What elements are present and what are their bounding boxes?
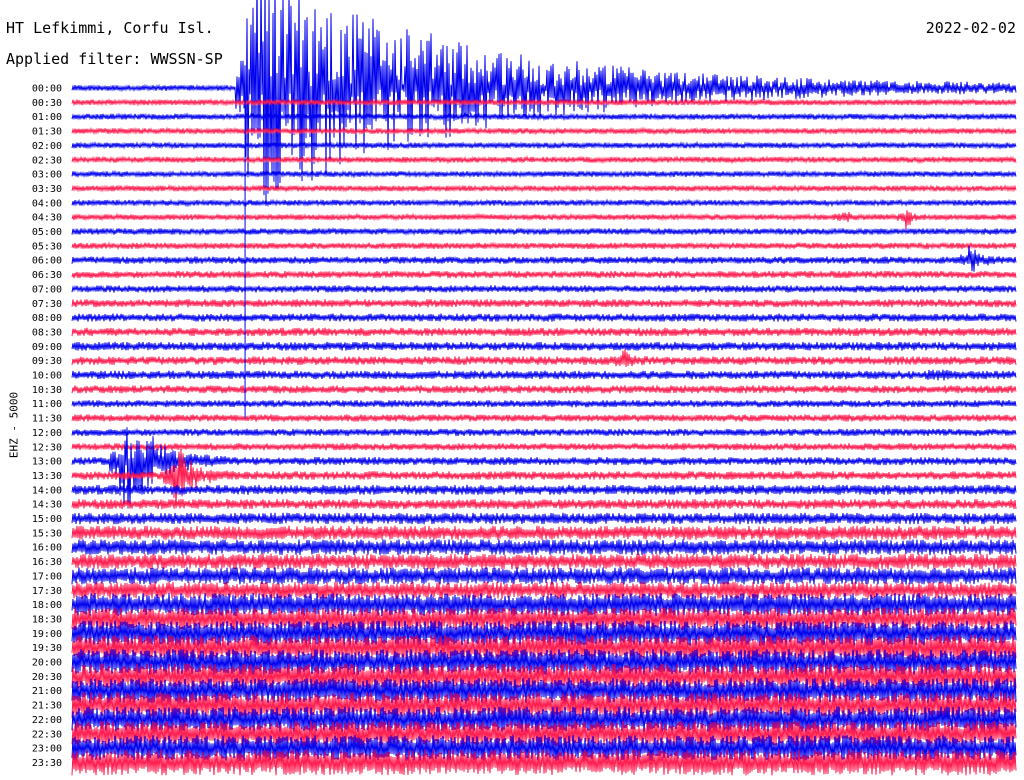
row-time-label: 16:30 [32,557,62,568]
row-time-label: 16:00 [32,543,62,554]
row-time-label: 07:30 [32,299,62,310]
row-time-label: 19:00 [32,629,62,640]
row-time-label: 03:30 [32,184,62,195]
row-time-label: 00:30 [32,98,62,109]
trace-row [71,155,1017,165]
row-time-label: 09:00 [32,342,62,353]
trace-row [71,448,1017,509]
row-time-label: 17:00 [32,571,62,582]
trace-row [71,553,1017,570]
row-time-label: 12:30 [32,442,62,453]
row-time-label: 00:00 [32,84,62,95]
trace-row [71,140,1017,150]
trace-row [71,385,1017,394]
row-time-label: 13:30 [32,471,62,482]
trace-row [71,349,1017,368]
trace-row [71,241,1017,251]
row-time-label: 04:30 [32,213,62,224]
trace-row [71,427,1017,509]
row-time-label: 23:00 [32,744,62,755]
row-time-label: 21:00 [32,686,62,697]
trace-row [71,539,1017,556]
row-time-label: 22:30 [32,729,62,740]
trace-row [71,198,1017,208]
trace-row [71,413,1017,423]
row-time-label: 09:30 [32,356,62,367]
trace-row [71,97,1017,107]
trace-row [71,284,1017,293]
row-time-label: 03:00 [32,170,62,181]
trace-row [71,399,1017,409]
row-time-label: 10:30 [32,385,62,396]
trace-row [71,484,1017,495]
row-time-label: 06:00 [32,256,62,267]
trace-row [71,499,1017,510]
row-time-label: 05:00 [32,227,62,238]
row-time-label: 15:30 [32,528,62,539]
row-time-label: 21:30 [32,701,62,712]
trace-row [71,512,1017,525]
row-time-label: 14:30 [32,500,62,511]
row-time-label: 19:30 [32,643,62,654]
helicorder-plot: 00:00 00:30 01:00 01:30 02:00 02:30 03:00 03:30… [32,0,1017,776]
row-time-label: 22:00 [32,715,62,726]
row-time-label: 10:00 [32,371,62,382]
trace-row [71,313,1017,322]
row-time-label: 17:30 [32,586,62,597]
row-time-label: 05:30 [32,241,62,252]
trace-row [71,169,1017,179]
row-time-label: 08:30 [32,327,62,338]
trace-row [71,210,1017,229]
row-time-label: 11:30 [32,414,62,425]
row-time-label: 07:00 [32,284,62,295]
trace-row [71,112,1017,122]
row-time-label: 12:00 [32,428,62,439]
row-time-label: 13:00 [32,457,62,468]
row-time-label: 06:30 [32,270,62,281]
trace-row [71,126,1017,136]
row-time-label: 18:30 [32,614,62,625]
trace-row [71,299,1017,308]
trace-row [71,525,1017,541]
trace-row [71,442,1017,451]
trace-row [71,327,1017,337]
row-time-label: 02:00 [32,141,62,152]
trace-row [71,183,1017,193]
trace-row [71,270,1017,279]
row-time-label: 08:00 [32,313,62,324]
row-time-label: 04:00 [32,198,62,209]
trace-row [71,427,1017,437]
row-time-label: 14:00 [32,485,62,496]
row-time-label: 18:00 [32,600,62,611]
row-time-label: 23:30 [32,758,62,769]
row-time-label: 20:30 [32,672,62,683]
row-time-label: 01:00 [32,112,62,123]
row-time-label: 15:00 [32,514,62,525]
trace-row [71,567,1017,585]
trace-row [71,226,1017,237]
row-time-label: 02:30 [32,155,62,166]
trace-row [71,341,1017,351]
row-time-label: 11:00 [32,399,62,410]
trace-row [71,369,1017,381]
trace-row [71,245,1017,272]
row-time-label: 01:30 [32,127,62,138]
row-time-label: 20:00 [32,658,62,669]
